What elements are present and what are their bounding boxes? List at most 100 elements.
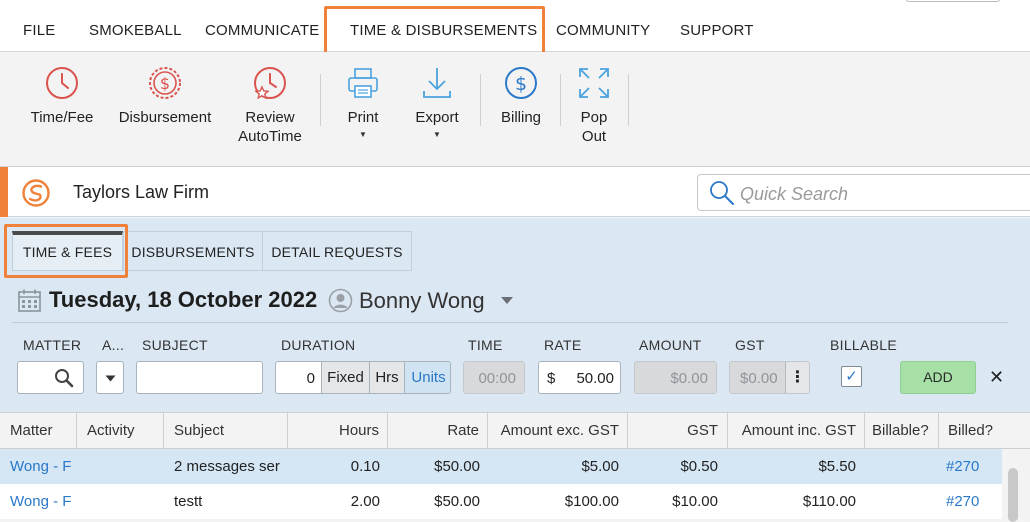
time-fee-button[interactable]: Time/Fee xyxy=(22,52,102,162)
rate-currency: $ xyxy=(547,370,556,387)
col-divider[interactable] xyxy=(938,412,939,449)
col-divider[interactable] xyxy=(487,412,488,449)
row-billed-link[interactable]: #270 xyxy=(946,458,979,475)
review-autotime-button[interactable]: Review AutoTime xyxy=(228,52,312,162)
row-hours: 0.10 xyxy=(350,458,380,475)
duration-hrs-toggle[interactable]: Hrs xyxy=(369,362,404,393)
pop-out-label: Pop Out xyxy=(580,109,608,145)
subject-input[interactable] xyxy=(136,361,263,394)
col-divider[interactable] xyxy=(387,412,388,449)
pop-out-button[interactable]: Pop Out xyxy=(566,52,622,162)
billable-checkbox[interactable]: ✓ xyxy=(841,366,862,387)
window-control[interactable] xyxy=(906,0,1000,2)
menu-communicate[interactable]: COMMUNICATE xyxy=(205,22,319,39)
download-icon xyxy=(423,68,451,98)
ribbon-divider xyxy=(560,74,561,126)
rate-value: 50.00 xyxy=(576,370,614,387)
add-button[interactable]: ADD xyxy=(900,361,976,394)
time-fee-label: Time/Fee xyxy=(30,109,94,126)
col-divider[interactable] xyxy=(76,412,77,449)
row-rate: $50.00 xyxy=(434,458,480,475)
active-menu-highlight xyxy=(324,6,545,58)
firm-name: Taylors Law Firm xyxy=(73,182,210,202)
row-gst: $0.50 xyxy=(680,458,718,475)
smokeball-logo-icon xyxy=(22,179,50,207)
menu-support[interactable]: SUPPORT xyxy=(680,22,754,39)
chevron-down-icon xyxy=(105,375,116,382)
row-amount-exc-gst: $100.00 xyxy=(564,493,619,510)
col-billable[interactable]: Billable? xyxy=(872,422,929,439)
time-value: 00:00 xyxy=(478,370,516,387)
row-rate: $50.00 xyxy=(434,493,480,510)
rate-field[interactable]: $ 50.00 xyxy=(538,361,621,394)
tab-detail-requests[interactable]: DETAIL REQUESTS xyxy=(262,231,412,271)
date-title: Tuesday, 18 October 2022 xyxy=(49,287,318,312)
time-label: TIME xyxy=(468,337,503,353)
row-matter-link[interactable]: Wong - F xyxy=(10,458,73,475)
row-amount-exc-gst: $5.00 xyxy=(581,458,619,475)
row-matter-link[interactable]: Wong - F xyxy=(10,493,73,510)
col-gst[interactable]: GST xyxy=(687,422,718,439)
col-amount-inc-gst[interactable]: Amount inc. GST xyxy=(742,422,856,439)
row-subject: 2 messages ser xyxy=(174,458,280,475)
clock-star-icon xyxy=(254,67,286,100)
activity-dropdown[interactable] xyxy=(96,361,124,394)
svg-text:$: $ xyxy=(515,73,527,95)
col-hours[interactable]: Hours xyxy=(339,422,379,439)
menu-smokeball[interactable]: SMOKEBALL xyxy=(89,22,182,39)
amount-field: $0.00 xyxy=(634,361,717,394)
chevron-down-icon[interactable] xyxy=(500,296,514,305)
amount-label: AMOUNT xyxy=(639,337,702,353)
gst-label: GST xyxy=(735,337,765,353)
table-row[interactable]: Wong - F testt 2.00 $50.00 $100.00 $10.0… xyxy=(0,484,1002,519)
col-activity[interactable]: Activity xyxy=(87,422,135,439)
table-row[interactable]: Wong - F 2 messages ser 0.10 $50.00 $5.0… xyxy=(0,449,1002,484)
billing-button[interactable]: $ Billing xyxy=(490,52,552,162)
review-autotime-label: Review AutoTime xyxy=(238,109,302,145)
staff-selector[interactable]: Bonny Wong xyxy=(359,288,485,314)
row-hours: 2.00 xyxy=(350,493,380,510)
ribbon-divider xyxy=(480,74,481,126)
firm-bar-accent xyxy=(0,167,8,217)
gst-options-button[interactable]: ⋮ xyxy=(785,362,809,393)
calendar-icon[interactable] xyxy=(17,288,42,313)
active-tab-highlight xyxy=(4,224,128,278)
col-divider[interactable] xyxy=(727,412,728,449)
duration-units-toggle[interactable]: Units xyxy=(404,362,450,393)
tab-disbursements[interactable]: DISBURSEMENTS xyxy=(123,231,263,271)
col-matter[interactable]: Matter xyxy=(10,422,53,439)
magnifier-icon xyxy=(55,369,74,388)
col-divider[interactable] xyxy=(287,412,288,449)
entry-divider xyxy=(12,322,1008,323)
duration-value[interactable]: 0 xyxy=(307,370,315,387)
clock-icon xyxy=(46,67,78,99)
billing-label: Billing xyxy=(500,109,542,126)
rate-label: RATE xyxy=(544,337,582,353)
export-label: Export xyxy=(415,109,459,126)
printer-icon xyxy=(348,68,378,98)
col-divider[interactable] xyxy=(627,412,628,449)
scrollbar-thumb[interactable] xyxy=(1008,468,1018,522)
col-divider[interactable] xyxy=(864,412,865,449)
print-dropdown-caret[interactable]: ▼ xyxy=(359,130,367,139)
time-field: 00:00 xyxy=(463,361,525,394)
print-button[interactable]: Print ▼ xyxy=(333,52,393,162)
export-dropdown-caret[interactable]: ▼ xyxy=(433,130,441,139)
col-divider[interactable] xyxy=(163,412,164,449)
col-rate[interactable]: Rate xyxy=(447,422,479,439)
billable-label: BILLABLE xyxy=(830,337,897,353)
col-billed[interactable]: Billed? xyxy=(948,422,993,439)
menu-community[interactable]: COMMUNITY xyxy=(556,22,650,39)
menu-file[interactable]: FILE xyxy=(23,22,55,39)
disbursement-button[interactable]: $ Disbursement xyxy=(112,52,218,162)
row-billed-link[interactable]: #270 xyxy=(946,493,979,510)
row-subject: testt xyxy=(174,493,203,510)
close-entry-button[interactable]: ✕ xyxy=(989,367,1004,388)
col-amount-exc-gst[interactable]: Amount exc. GST xyxy=(501,422,619,439)
export-button[interactable]: Export ▼ xyxy=(403,52,471,162)
col-subject[interactable]: Subject xyxy=(174,422,224,439)
duration-fixed-toggle[interactable]: Fixed xyxy=(321,362,369,393)
quick-search-input[interactable] xyxy=(740,183,1010,205)
row-amount-inc-gst: $5.50 xyxy=(818,458,856,475)
matter-search-field[interactable] xyxy=(17,361,84,394)
